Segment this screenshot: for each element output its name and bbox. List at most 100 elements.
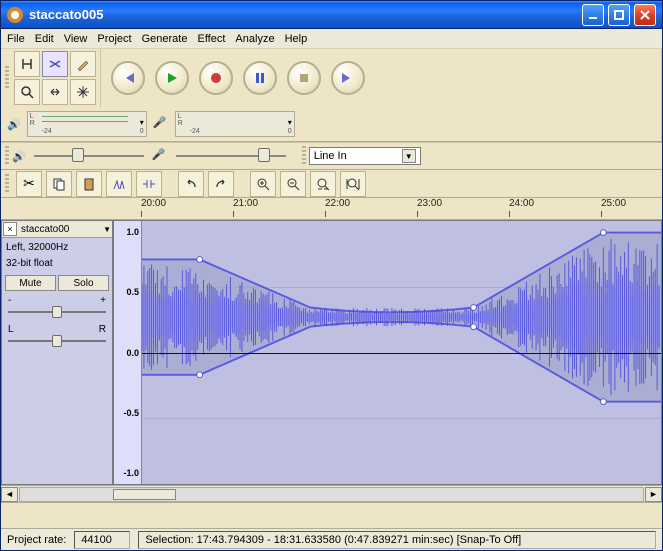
scrollbar-thumb[interactable] — [113, 489, 175, 500]
meter-R: R — [30, 120, 35, 127]
ruler-tick: 20:00 — [141, 198, 166, 209]
waveform-canvas — [142, 221, 661, 413]
waveform-area[interactable]: 1.0 0.5 0.0 -0.5 -1.0 — [113, 220, 662, 485]
toolbar-grip[interactable] — [5, 146, 9, 166]
skip-end-button[interactable] — [331, 61, 365, 95]
menu-help[interactable]: Help — [285, 33, 308, 45]
microphone-icon: 🎤 — [153, 116, 169, 132]
draw-tool[interactable] — [70, 51, 96, 77]
menu-analyze[interactable]: Analyze — [235, 33, 274, 45]
zoom-tool[interactable] — [14, 79, 40, 105]
meter-toolbar: 🔊 LR -240 ▾ 🎤 LR -240 ▾ — [1, 107, 662, 141]
tools-toolbar — [1, 49, 101, 107]
record-button[interactable] — [199, 61, 233, 95]
input-meter[interactable]: LR -240 ▾ — [175, 111, 295, 137]
solo-button[interactable]: Solo — [58, 275, 109, 291]
track-format: 32-bit float — [2, 257, 112, 273]
track-menu-dropdown[interactable]: ▼ — [103, 225, 111, 234]
zoom-in-button[interactable] — [250, 171, 276, 197]
ruler-tick: 25:00 — [601, 198, 626, 209]
menu-view[interactable]: View — [64, 33, 88, 45]
bottom-panel — [1, 502, 662, 528]
toolbar-grip[interactable] — [5, 174, 9, 194]
trim-button[interactable] — [106, 171, 132, 197]
track-name[interactable]: staccato00 — [19, 224, 101, 235]
scroll-left-button[interactable]: ◄ — [1, 487, 18, 502]
control-toolbar: 🔊 LR -240 ▾ 🎤 LR -240 ▾ — [1, 49, 662, 142]
fit-project-button[interactable] — [340, 171, 366, 197]
ruler-tick: 21:00 — [233, 198, 258, 209]
play-button[interactable] — [155, 61, 189, 95]
pan-slider[interactable] — [8, 335, 106, 347]
undo-button[interactable] — [178, 171, 204, 197]
cut-button[interactable]: ✂ — [16, 171, 42, 197]
output-meter[interactable]: LR -240 ▾ — [27, 111, 147, 137]
meter-dropdown-icon[interactable]: ▾ — [288, 118, 292, 127]
close-button[interactable] — [634, 4, 656, 26]
gain-minus: - — [8, 295, 11, 306]
ruler-tick: 23:00 — [417, 198, 442, 209]
menu-edit[interactable]: Edit — [35, 33, 54, 45]
input-volume-slider[interactable] — [176, 146, 286, 166]
edit-toolbar: ✂ — [1, 170, 662, 198]
ruler-tick: 24:00 — [509, 198, 534, 209]
menu-generate[interactable]: Generate — [142, 33, 188, 45]
window-title: staccato005 — [29, 7, 578, 22]
horizontal-scrollbar[interactable]: ◄ ► — [1, 485, 662, 502]
paste-button[interactable] — [76, 171, 102, 197]
app-icon — [7, 7, 23, 23]
meter-L: L — [30, 113, 34, 120]
amplitude-axis: 1.0 0.5 0.0 -0.5 -1.0 — [114, 221, 142, 484]
meter-dropdown-icon[interactable]: ▾ — [140, 118, 144, 127]
pause-button[interactable] — [243, 61, 277, 95]
menu-project[interactable]: Project — [97, 33, 131, 45]
track-channel: Left, 32000Hz — [2, 238, 112, 257]
toolbar-grip[interactable] — [302, 146, 306, 166]
gain-slider[interactable] — [8, 306, 106, 318]
transport-toolbar — [101, 49, 662, 107]
titlebar[interactable]: staccato005 — [1, 1, 662, 29]
window: staccato005 File Edit View Project Gener… — [0, 0, 663, 551]
input-source-select[interactable]: Line In ▼ — [309, 147, 421, 165]
statusbar: Project rate: 44100 Selection: 17:43.794… — [1, 528, 662, 550]
mixer-toolbar: 🔊 🎤 Line In ▼ — [1, 142, 662, 170]
envelope-tool[interactable] — [42, 51, 68, 77]
workspace: × staccato00 ▼ Left, 32000Hz 32-bit floa… — [1, 220, 662, 485]
multi-tool[interactable] — [70, 79, 96, 105]
gain-plus: + — [100, 295, 106, 306]
pan-left: L — [8, 324, 14, 335]
ruler-tick: 22:00 — [325, 198, 350, 209]
redo-button[interactable] — [208, 171, 234, 197]
scroll-right-button[interactable]: ► — [645, 487, 662, 502]
track-panel: × staccato00 ▼ Left, 32000Hz 32-bit floa… — [1, 220, 113, 485]
speaker-icon: 🔊 — [7, 118, 21, 131]
zero-line — [142, 353, 661, 354]
menubar: File Edit View Project Generate Effect A… — [1, 29, 662, 49]
project-rate-field[interactable]: 44100 — [74, 531, 130, 549]
skip-start-button[interactable] — [111, 61, 145, 95]
output-volume-slider[interactable] — [34, 146, 144, 166]
mute-button[interactable]: Mute — [5, 275, 56, 291]
stop-button[interactable] — [287, 61, 321, 95]
project-rate-label: Project rate: — [7, 534, 66, 546]
time-ruler[interactable]: 20:00 21:00 22:00 23:00 24:00 25:00 — [1, 198, 662, 220]
pan-right: R — [99, 324, 106, 335]
timeshift-tool[interactable] — [42, 79, 68, 105]
track-close-button[interactable]: × — [3, 222, 17, 236]
zoom-out-button[interactable] — [280, 171, 306, 197]
fit-selection-button[interactable] — [310, 171, 336, 197]
copy-button[interactable] — [46, 171, 72, 197]
menu-effect[interactable]: Effect — [197, 33, 225, 45]
track-header: × staccato00 ▼ — [2, 221, 112, 238]
silence-button[interactable] — [136, 171, 162, 197]
scrollbar-track[interactable] — [19, 487, 644, 502]
selection-status: Selection: 17:43.794309 - 18:31.633580 (… — [138, 531, 656, 549]
selection-tool[interactable] — [14, 51, 40, 77]
minimize-button[interactable] — [582, 4, 604, 26]
maximize-button[interactable] — [608, 4, 630, 26]
chevron-down-icon: ▼ — [402, 149, 416, 163]
input-source-value: Line In — [314, 150, 347, 162]
menu-file[interactable]: File — [7, 33, 25, 45]
speaker-icon: 🔊 — [12, 150, 26, 163]
toolbar-grip[interactable] — [5, 66, 9, 90]
